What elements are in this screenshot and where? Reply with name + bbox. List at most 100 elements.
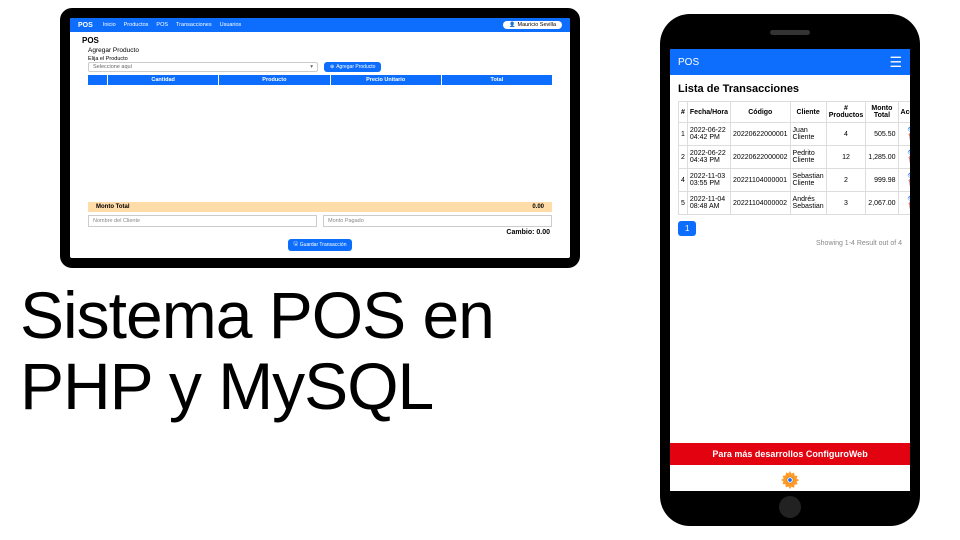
change-label: Cambio: bbox=[506, 229, 534, 236]
cell-actions: 👁🗑 bbox=[898, 192, 910, 215]
product-select-row: Seleccione aquí ▾ Agregar Producto bbox=[82, 62, 558, 72]
delete-icon[interactable]: 🗑 bbox=[901, 157, 910, 165]
cell-client: Andrés Sebastian bbox=[790, 192, 826, 215]
cell-total: 2,067.00 bbox=[866, 192, 898, 215]
cell-code: 20221104000001 bbox=[731, 169, 791, 192]
th-num: # bbox=[679, 102, 688, 123]
chevron-down-icon: ▾ bbox=[310, 64, 313, 70]
cell-qty: 4 bbox=[826, 123, 866, 146]
top-nav: Inicio Productos POS Transacciones Usuar… bbox=[103, 22, 503, 28]
th-blank bbox=[88, 75, 108, 85]
phone-speaker bbox=[770, 30, 810, 35]
th-amount: Monto Total bbox=[866, 102, 898, 123]
mobile-topbar: POS ☰ bbox=[670, 49, 910, 75]
th-code: Código bbox=[731, 102, 791, 123]
cart-table-header: Cantidad Producto Precio Unitario Total bbox=[88, 75, 552, 85]
th-product: Producto bbox=[219, 75, 330, 85]
nav-usuarios[interactable]: Usuarios bbox=[220, 22, 242, 28]
table-head-row: # Fecha/Hora Código Cliente # Productos … bbox=[679, 102, 911, 123]
select-placeholder: Seleccione aquí bbox=[93, 64, 132, 70]
cart-empty-space bbox=[82, 85, 558, 202]
th-total: Total bbox=[442, 75, 552, 85]
nav-inicio[interactable]: Inicio bbox=[103, 22, 116, 28]
cell-total: 999.98 bbox=[866, 169, 898, 192]
headline-line-2: PHP y MySQL bbox=[20, 351, 494, 422]
configuroweb-logo bbox=[670, 465, 910, 491]
hamburger-icon[interactable]: ☰ bbox=[889, 55, 902, 69]
transactions-table: # Fecha/Hora Código Cliente # Productos … bbox=[678, 101, 910, 215]
phone-frame: POS ☰ Lista de Transacciones # Fecha/Hor… bbox=[660, 14, 920, 526]
table-row: 22022-06-22 04:43 PM20220622000002Pedrit… bbox=[679, 146, 911, 169]
delete-icon[interactable]: 🗑 bbox=[901, 134, 910, 142]
th-client: Cliente bbox=[790, 102, 826, 123]
user-name-label: Mauricio Sevilla bbox=[517, 22, 556, 28]
laptop-frame: POS Inicio Productos POS Transacciones U… bbox=[60, 8, 580, 268]
cell-client: Pedrito Cliente bbox=[790, 146, 826, 169]
gear-icon bbox=[779, 469, 801, 491]
headline-line-1: Sistema POS en bbox=[20, 280, 494, 351]
cell-total: 505.50 bbox=[866, 123, 898, 146]
cell-num: 5 bbox=[679, 192, 688, 215]
delete-icon[interactable]: 🗑 bbox=[901, 180, 910, 188]
laptop-screen: POS Inicio Productos POS Transacciones U… bbox=[70, 18, 570, 258]
th-unit-price: Precio Unitario bbox=[331, 75, 442, 85]
grand-total-row: Monto Total 0.00 bbox=[88, 202, 552, 212]
mobile-page-title: Lista de Transacciones bbox=[678, 83, 902, 95]
th-qty: Cantidad bbox=[108, 75, 219, 85]
add-product-label: Agregar Producto bbox=[336, 64, 375, 70]
user-chip[interactable]: Mauricio Sevilla bbox=[503, 21, 562, 29]
phone-body: POS ☰ Lista de Transacciones # Fecha/Hor… bbox=[660, 14, 920, 526]
cell-total: 1,285.00 bbox=[866, 146, 898, 169]
cell-actions: 👁🗑 bbox=[898, 169, 910, 192]
mobile-brand[interactable]: POS bbox=[678, 57, 699, 68]
nav-pos[interactable]: POS bbox=[156, 22, 168, 28]
total-value: 0.00 bbox=[532, 204, 544, 210]
page-title: POS bbox=[82, 36, 558, 45]
desktop-body: POS Agregar Producto Elija el Producto S… bbox=[70, 32, 570, 258]
save-row: Guardar Transacción bbox=[82, 239, 558, 251]
cell-client: Juan Cliente bbox=[790, 123, 826, 146]
cell-date: 2022-11-03 03:55 PM bbox=[687, 169, 730, 192]
table-row: 52022-11-04 08:48 AM20221104000002Andrés… bbox=[679, 192, 911, 215]
cell-date: 2022-11-04 08:48 AM bbox=[687, 192, 730, 215]
change-display: Cambio: 0.00 bbox=[82, 229, 558, 236]
cell-code: 20221104000002 bbox=[731, 192, 791, 215]
cell-date: 2022-06-22 04:42 PM bbox=[687, 123, 730, 146]
cell-actions: 👁🗑 bbox=[898, 146, 910, 169]
mobile-footer-banner[interactable]: Para más desarrollos ConfiguroWeb bbox=[670, 443, 910, 465]
cell-num: 1 bbox=[679, 123, 688, 146]
cell-date: 2022-06-22 04:43 PM bbox=[687, 146, 730, 169]
cell-qty: 12 bbox=[826, 146, 866, 169]
save-transaction-button[interactable]: Guardar Transacción bbox=[288, 239, 353, 251]
phone-home-button[interactable] bbox=[779, 496, 801, 518]
mobile-content: Lista de Transacciones # Fecha/Hora Códi… bbox=[670, 75, 910, 443]
laptop-bezel: POS Inicio Productos POS Transacciones U… bbox=[60, 8, 580, 268]
cell-actions: 👁🗑 bbox=[898, 123, 910, 146]
product-select[interactable]: Seleccione aquí ▾ bbox=[88, 62, 318, 72]
client-name-input[interactable]: Nombre del Cliente bbox=[88, 215, 317, 227]
checkout-inputs: Nombre del Cliente Monto Pagado bbox=[88, 215, 552, 227]
th-action: Acción bbox=[898, 102, 910, 123]
cell-code: 20220622000001 bbox=[731, 123, 791, 146]
save-label: Guardar Transacción bbox=[300, 242, 347, 248]
amount-paid-input[interactable]: Monto Pagado bbox=[323, 215, 552, 227]
cell-num: 2 bbox=[679, 146, 688, 169]
section-title: Agregar Producto bbox=[82, 47, 558, 54]
nav-transacciones[interactable]: Transacciones bbox=[176, 22, 212, 28]
table-row: 42022-11-03 03:55 PM20221104000001Sebast… bbox=[679, 169, 911, 192]
add-product-button[interactable]: Agregar Producto bbox=[324, 62, 381, 72]
cell-code: 20220622000002 bbox=[731, 146, 791, 169]
cell-client: Sebastian Cliente bbox=[790, 169, 826, 192]
change-value: 0.00 bbox=[536, 229, 550, 236]
cell-qty: 3 bbox=[826, 192, 866, 215]
th-date: Fecha/Hora bbox=[687, 102, 730, 123]
headline-text: Sistema POS en PHP y MySQL bbox=[20, 280, 494, 423]
pagination-page-1[interactable]: 1 bbox=[678, 221, 696, 236]
total-label: Monto Total bbox=[96, 204, 130, 210]
cell-num: 4 bbox=[679, 169, 688, 192]
brand-logo[interactable]: POS bbox=[78, 22, 93, 29]
delete-icon[interactable]: 🗑 bbox=[901, 203, 910, 211]
nav-productos[interactable]: Productos bbox=[124, 22, 149, 28]
phone-screen: POS ☰ Lista de Transacciones # Fecha/Hor… bbox=[670, 49, 910, 491]
table-row: 12022-06-22 04:42 PM20220622000001Juan C… bbox=[679, 123, 911, 146]
